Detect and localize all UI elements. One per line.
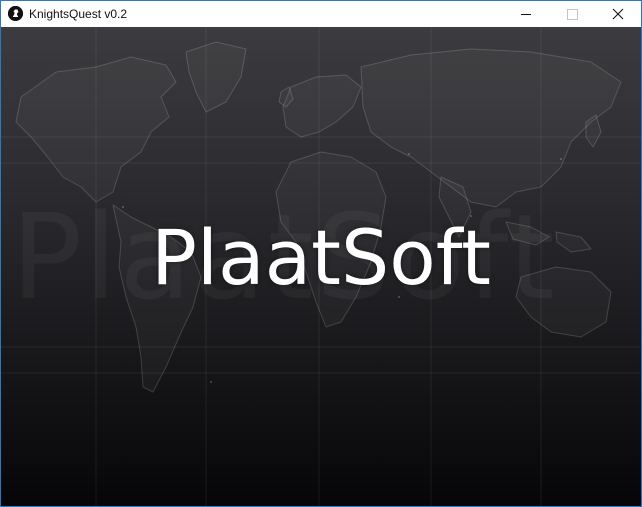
minimize-button[interactable] (503, 1, 549, 27)
maximize-button[interactable] (549, 1, 595, 27)
maximize-icon (567, 9, 578, 20)
close-button[interactable] (595, 1, 641, 27)
knight-icon[interactable] (8, 6, 23, 21)
brand-title: PlaatSoft (151, 213, 491, 302)
window-title: KnightsQuest v0.2 (29, 7, 128, 21)
close-icon (612, 8, 624, 20)
title-bar[interactable]: KnightsQuest v0.2 (1, 1, 641, 27)
splash-screen: PlaatSoft PlaatSoft (1, 27, 641, 506)
minimize-icon (521, 14, 531, 15)
app-window: KnightsQuest v0.2 PlaatSoft (0, 0, 642, 507)
